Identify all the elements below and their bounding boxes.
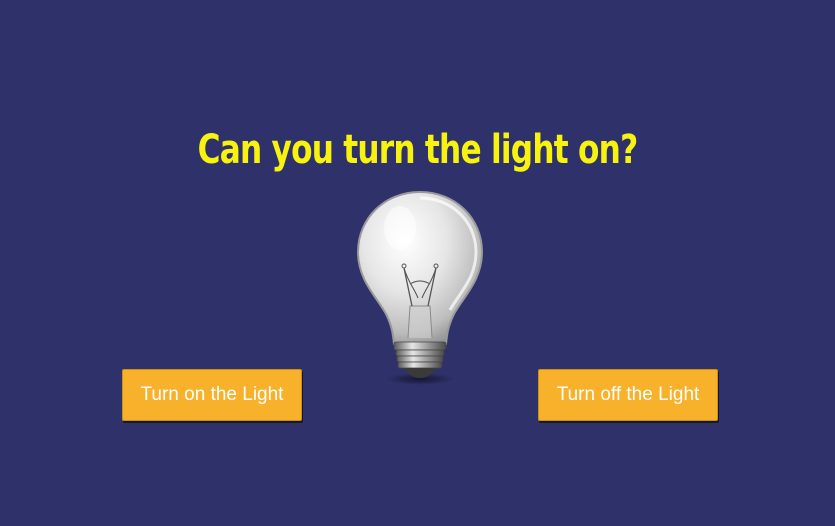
light-switch-page: Can you turn the light on? Turn on the L…	[0, 0, 835, 526]
turn-off-light-button[interactable]: Turn off the Light	[538, 369, 718, 421]
turn-on-light-button[interactable]: Turn on the Light	[122, 369, 302, 421]
page-title: Can you turn the light on?	[197, 127, 639, 173]
lightbulb-icon	[350, 188, 490, 388]
